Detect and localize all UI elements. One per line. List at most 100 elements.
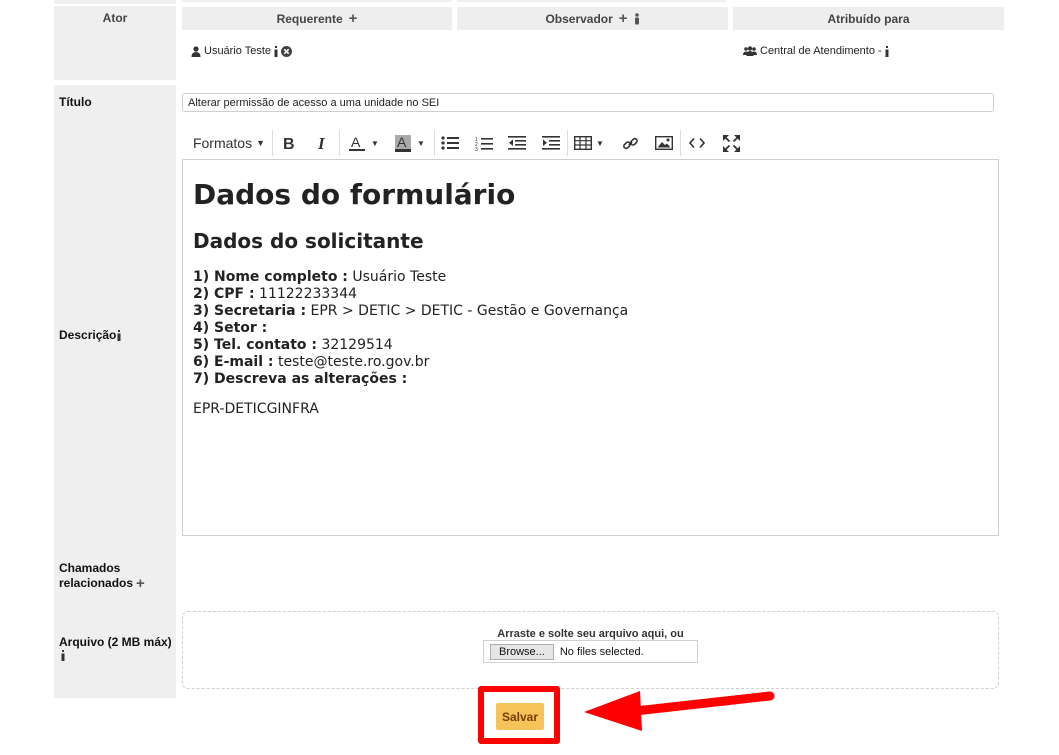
caret-down-icon: ▼ bbox=[256, 138, 266, 148]
bullet-list-button[interactable] bbox=[439, 130, 461, 156]
related-label-line1: Chamados bbox=[59, 561, 121, 575]
background-color-icon: A bbox=[395, 134, 412, 152]
save-button[interactable]: Salvar bbox=[496, 703, 544, 730]
related-label: Chamados relacionados + bbox=[59, 561, 145, 591]
related-label-line2: relacionados bbox=[59, 576, 134, 590]
form-field-line: 6) E-mail : teste@teste.ro.gov.br bbox=[193, 354, 988, 371]
italic-icon: I bbox=[317, 136, 326, 151]
add-observer-icon[interactable]: + bbox=[619, 11, 628, 26]
form-field-line: 5) Tel. contato : 32129514 bbox=[193, 337, 988, 354]
requester-header: Requerente + bbox=[182, 7, 452, 30]
italic-button[interactable]: I bbox=[312, 130, 334, 156]
outdent-button[interactable] bbox=[506, 130, 528, 156]
form-field-key: 4) Setor : bbox=[193, 320, 268, 336]
image-button[interactable] bbox=[653, 130, 675, 156]
assigned-name: Central de Atendimento - bbox=[760, 45, 882, 57]
observer-header-label: Observador bbox=[545, 11, 613, 26]
text-color-button[interactable]: A ▼ bbox=[344, 130, 384, 156]
form-field-value: 11122233344 bbox=[259, 286, 358, 302]
form-field-value: Usuário Teste bbox=[352, 269, 447, 285]
file-input[interactable]: Browse... No files selected. bbox=[483, 640, 698, 663]
numbered-list-button[interactable]: 1 2 3 bbox=[473, 130, 495, 156]
assigned-header-label: Atribuído para bbox=[827, 11, 910, 26]
add-requester-icon[interactable]: + bbox=[349, 11, 358, 26]
requester-data-heading: Dados do solicitante bbox=[193, 229, 424, 253]
save-label: Salvar bbox=[501, 709, 539, 724]
attachment-label: Arquivo (2 MB máx) bbox=[59, 635, 172, 649]
form-field-key: 2) CPF : bbox=[193, 286, 255, 302]
info-icon[interactable] bbox=[885, 45, 889, 57]
no-file-text: No files selected. bbox=[559, 645, 644, 658]
requester-entry: Usuário Teste bbox=[191, 44, 293, 58]
table-icon bbox=[574, 136, 593, 150]
image-icon bbox=[655, 136, 673, 150]
user-icon bbox=[191, 45, 201, 57]
indent-button[interactable] bbox=[540, 130, 562, 156]
outdent-icon bbox=[508, 136, 526, 150]
browse-label: Browse... bbox=[499, 645, 545, 658]
observer-header: Observador + bbox=[457, 7, 728, 30]
text-color-icon: A bbox=[349, 135, 366, 151]
info-icon[interactable] bbox=[61, 650, 65, 661]
form-fields: 1) Nome completo : Usuário Teste 2) CPF :… bbox=[193, 269, 988, 388]
form-field-line: 1) Nome completo : Usuário Teste bbox=[193, 269, 988, 286]
numbered-list-icon: 1 2 3 bbox=[475, 137, 493, 151]
form-field-line: 7) Descreva as alterações : bbox=[193, 371, 988, 388]
link-icon bbox=[622, 137, 638, 149]
caret-down-icon: ▼ bbox=[371, 138, 379, 148]
title-label-cell bbox=[54, 85, 176, 698]
requester-header-label: Requerente bbox=[276, 11, 343, 26]
requester-name: Usuário Teste bbox=[204, 45, 272, 57]
remove-requester-icon[interactable] bbox=[281, 45, 293, 57]
fullscreen-icon bbox=[722, 134, 740, 152]
caret-down-icon: ▼ bbox=[417, 138, 425, 148]
svg-text:B: B bbox=[283, 136, 295, 151]
bold-button[interactable]: B bbox=[278, 130, 300, 156]
svg-text:I: I bbox=[317, 136, 326, 151]
annotation-arrow bbox=[584, 691, 775, 731]
svg-text:3: 3 bbox=[475, 147, 478, 151]
info-icon[interactable] bbox=[117, 329, 121, 341]
description-label: Descrição bbox=[59, 328, 117, 342]
formats-label: Formatos bbox=[192, 135, 253, 151]
assigned-entry: Central de Atendimento - bbox=[743, 44, 889, 58]
form-field-value: EPR > DETIC > DETIC - Gestão e Governanç… bbox=[310, 303, 629, 319]
svg-text:A: A bbox=[351, 135, 361, 150]
form-field-key: 1) Nome completo : bbox=[193, 269, 348, 285]
actor-label-cell: Ator bbox=[54, 6, 176, 80]
form-field-line: 3) Secretaria : EPR > DETIC > DETIC - Ge… bbox=[193, 303, 988, 320]
form-field-key: 7) Descreva as alterações : bbox=[193, 371, 408, 387]
person-icon[interactable] bbox=[634, 12, 640, 25]
form-field-value: 32129514 bbox=[321, 337, 393, 353]
source-code-button[interactable] bbox=[686, 130, 708, 156]
bullet-list-icon bbox=[441, 136, 459, 150]
description-label-wrap: Descrição bbox=[59, 328, 121, 342]
info-icon[interactable] bbox=[274, 45, 278, 57]
caret-down-icon: ▼ bbox=[596, 138, 604, 148]
form-field-line: 2) CPF : 11122233344 bbox=[193, 286, 988, 303]
add-related-icon[interactable]: + bbox=[136, 576, 145, 591]
form-field-line: 4) Setor : bbox=[193, 320, 988, 337]
link-button[interactable] bbox=[619, 130, 641, 156]
browse-button[interactable]: Browse... bbox=[490, 643, 554, 660]
indent-icon bbox=[542, 136, 560, 150]
form-field-value: teste@teste.ro.gov.br bbox=[277, 354, 430, 370]
editor-footer-text: EPR-DETICGINFRA bbox=[193, 401, 319, 417]
form-field-key: 5) Tel. contato : bbox=[193, 337, 317, 353]
description-editor[interactable]: Dados do formulário Dados do solicitante… bbox=[182, 159, 999, 536]
attachment-label-wrap: Arquivo (2 MB máx) bbox=[59, 635, 172, 665]
code-icon bbox=[689, 137, 705, 149]
background-color-button[interactable]: A ▼ bbox=[390, 130, 430, 156]
users-group-icon bbox=[743, 46, 757, 56]
form-field-key: 6) E-mail : bbox=[193, 354, 274, 370]
fullscreen-button[interactable] bbox=[720, 130, 742, 156]
title-label: Título bbox=[59, 95, 92, 109]
title-input[interactable] bbox=[182, 93, 994, 112]
table-button[interactable]: ▼ bbox=[572, 130, 606, 156]
assigned-header: Atribuído para bbox=[733, 7, 1004, 30]
svg-text:A: A bbox=[397, 135, 407, 150]
actor-label: Ator bbox=[102, 11, 128, 25]
form-data-heading: Dados do formulário bbox=[193, 178, 516, 211]
formats-dropdown[interactable]: Formatos ▼ bbox=[190, 130, 268, 156]
bold-icon: B bbox=[283, 136, 295, 151]
